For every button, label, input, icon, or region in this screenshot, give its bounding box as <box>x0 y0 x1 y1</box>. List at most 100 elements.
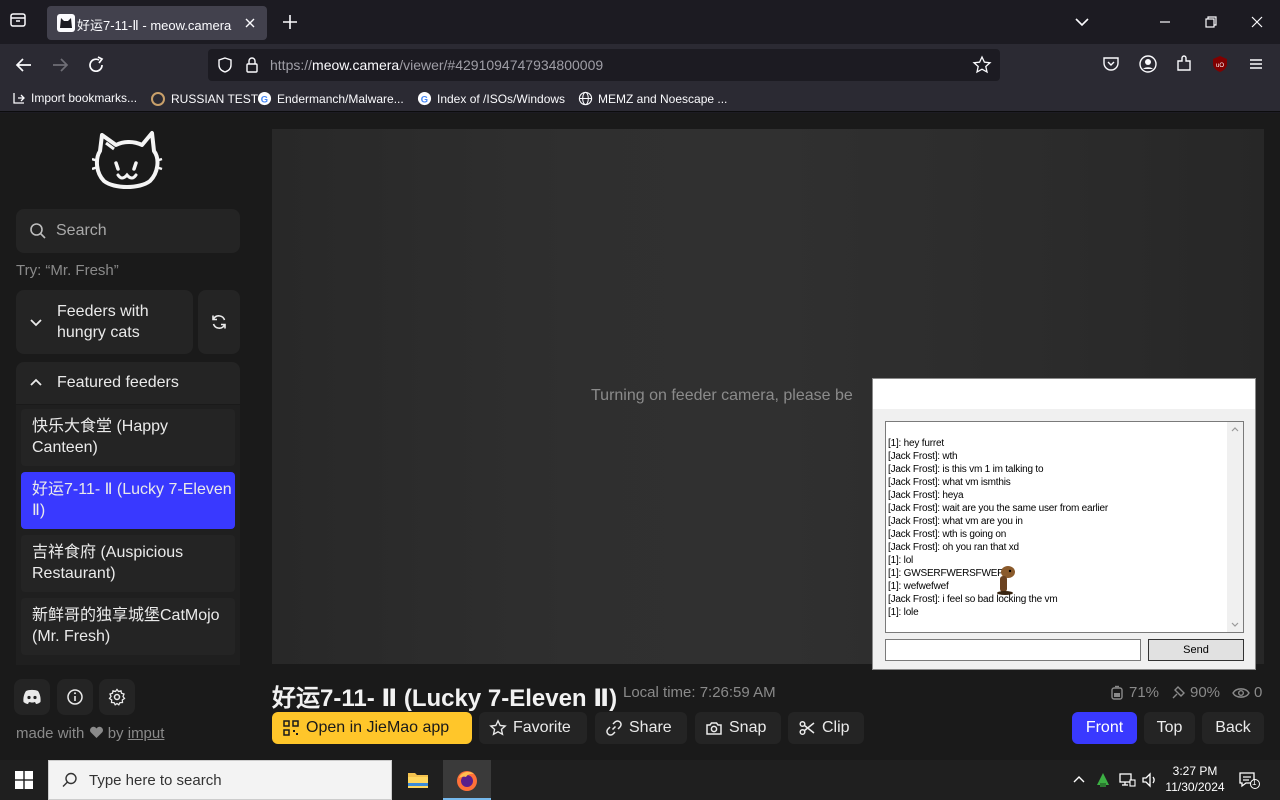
url-text[interactable]: https://meow.camera/viewer/#429109474793… <box>270 57 603 73</box>
bookmarks-toolbar: Import bookmarks... RUSSIAN TEST G Ender… <box>0 86 1280 112</box>
feeder-item[interactable]: 新鲜哥的独享城堡CatMojo (Mr. Fresh) <box>21 598 235 655</box>
list-all-tabs-icon[interactable] <box>1072 12 1092 32</box>
address-bar[interactable]: https://meow.camera/viewer/#429109474793… <box>208 49 1000 81</box>
share-button[interactable]: Share <box>595 712 687 744</box>
extensions-icon[interactable] <box>1174 54 1196 76</box>
shield-icon[interactable] <box>216 56 234 79</box>
system-clock[interactable]: 3:27 PM 11/30/2024 <box>1160 763 1230 795</box>
chat-message: [Jack Frost]: wth is going on <box>888 529 1007 540</box>
search-icon <box>28 221 48 241</box>
tray-app-icon[interactable] <box>1094 771 1112 789</box>
file-explorer-icon[interactable] <box>394 760 442 800</box>
minimize-icon[interactable] <box>1155 12 1175 32</box>
discord-button[interactable] <box>14 679 50 715</box>
search-input[interactable] <box>56 209 236 253</box>
refresh-button[interactable] <box>198 290 240 354</box>
bookmark-isos[interactable]: G Index of /ISOs/Windows <box>417 91 565 106</box>
tab-title: 好运7-11-Ⅱ - meow.camera <box>77 18 232 33</box>
feeder-search-box <box>16 209 240 253</box>
chat-message: [Jack Frost]: is this vm 1 im talking to <box>888 464 1044 475</box>
chat-scrollbar[interactable] <box>1227 422 1243 632</box>
local-time: Local time: 7:26:59 AM <box>623 684 776 701</box>
account-icon[interactable] <box>1138 54 1160 76</box>
chat-message: [Jack Frost]: wait are you the same user… <box>888 503 1109 514</box>
battery-level-stat: 90% <box>1170 684 1220 701</box>
search-hint: Try: “Mr. Fresh” <box>16 262 119 279</box>
author-link[interactable]: imput <box>128 725 165 742</box>
bookmark-endermanch[interactable]: G Endermanch/Malware... <box>257 91 404 106</box>
close-window-icon[interactable] <box>1247 12 1267 32</box>
featured-feeder-list: 快乐大食堂 (Happy Canteen) 好运7-11- Ⅱ (Lucky 7… <box>16 405 240 665</box>
tray-overflow-chevron-icon[interactable] <box>1070 771 1088 789</box>
camera-top-button[interactable]: Top <box>1144 712 1195 744</box>
taskbar-search-box[interactable]: Type here to search <box>48 760 392 800</box>
restore-icon[interactable] <box>1201 12 1221 32</box>
scissors-icon <box>799 720 815 736</box>
furret-sprite <box>990 564 1018 596</box>
bookmark-star-icon[interactable] <box>972 55 992 80</box>
clip-button[interactable]: Clip <box>788 712 864 744</box>
featured-label: Featured feeders <box>57 374 179 391</box>
info-icon <box>67 689 83 705</box>
windows-start-icon[interactable] <box>14 770 34 790</box>
info-button[interactable] <box>57 679 93 715</box>
reload-icon[interactable] <box>85 54 107 76</box>
network-icon[interactable] <box>1118 771 1136 789</box>
volume-icon[interactable] <box>1141 771 1159 789</box>
close-tab-icon[interactable] <box>241 14 259 32</box>
qr-code-icon <box>283 720 299 736</box>
browser-nav-bar: https://meow.camera/viewer/#429109474793… <box>0 44 1280 86</box>
hungry-cats-label: Feeders with hungry cats <box>57 303 149 341</box>
camera-icon <box>706 722 722 735</box>
favorite-button[interactable]: Favorite <box>479 712 587 744</box>
bookmark-import[interactable]: Import bookmarks... <box>12 91 137 105</box>
eye-icon <box>1232 687 1250 698</box>
scroll-down-icon <box>1231 622 1239 627</box>
feeder-title: 好运7-11- Ⅱ (Lucky 7-Eleven Ⅱ) <box>272 685 618 712</box>
feeder-item-active[interactable]: 好运7-11- Ⅱ (Lucky 7-Eleven Ⅱ) <box>21 472 235 529</box>
browser-tab-active[interactable]: 好运7-11-Ⅱ - meow.camera <box>47 6 267 40</box>
food-level-stat: 71% <box>1109 684 1159 701</box>
forward-arrow-icon[interactable] <box>49 54 71 76</box>
menu-icon[interactable] <box>1246 54 1268 76</box>
link-icon <box>606 720 622 736</box>
chat-message-input[interactable] <box>885 639 1141 661</box>
svg-text:G: G <box>421 94 428 104</box>
chat-message: [1]: lol <box>888 555 914 566</box>
settings-button[interactable] <box>99 679 135 715</box>
meow-camera-logo[interactable] <box>91 129 164 193</box>
notification-count: 1 <box>1252 778 1257 787</box>
firefox-icon[interactable] <box>443 760 491 800</box>
lock-icon[interactable] <box>244 56 260 79</box>
open-in-app-button[interactable]: Open in JieMao app <box>272 712 472 744</box>
chat-message: [Jack Frost]: i feel so bad locking the … <box>888 594 1058 605</box>
bookmark-memz[interactable]: MEMZ and Noescape ... <box>578 91 727 106</box>
new-tab-icon[interactable] <box>280 12 300 32</box>
chat-send-button[interactable]: Send <box>1148 639 1244 661</box>
chat-message: [Jack Frost]: oh you ran that xd <box>888 542 1019 553</box>
camera-front-button[interactable]: Front <box>1072 712 1137 744</box>
camera-status-text: Turning on feeder camera, please be <box>591 387 853 404</box>
featured-section-toggle[interactable]: Featured feeders <box>16 362 240 404</box>
tab-list-icon[interactable] <box>8 10 32 34</box>
credits: made with by imput <box>16 725 165 742</box>
back-arrow-icon[interactable] <box>13 54 35 76</box>
browser-tab-bar: 好运7-11-Ⅱ - meow.camera <box>0 0 1280 44</box>
chat-message: [Jack Frost]: what vm are you in <box>888 516 1023 527</box>
heart-icon <box>89 726 103 738</box>
gear-icon <box>108 688 126 706</box>
chat-message: [1]: wefwefwef <box>888 581 949 592</box>
chat-message: [1]: GWSERFWERSFWEF <box>888 568 1004 579</box>
feeder-item[interactable]: 吉祥食府 (Auspicious Restaurant) <box>21 535 235 592</box>
refresh-icon <box>212 315 226 329</box>
pocket-icon[interactable] <box>1101 54 1123 76</box>
camera-back-button[interactable]: Back <box>1202 712 1264 744</box>
snap-button[interactable]: Snap <box>695 712 781 744</box>
globe-icon <box>578 91 593 106</box>
notification-center-icon[interactable]: 1 <box>1238 771 1260 789</box>
ublock-icon[interactable]: uO <box>1210 54 1232 76</box>
bookmark-russian-test[interactable]: RUSSIAN TEST <box>150 91 258 107</box>
feeder-item[interactable]: 快乐大食堂 (Happy Canteen) <box>21 409 235 466</box>
chat-titlebar[interactable] <box>873 379 1255 409</box>
hungry-cats-section-toggle[interactable]: Feeders with hungry cats <box>16 290 193 354</box>
